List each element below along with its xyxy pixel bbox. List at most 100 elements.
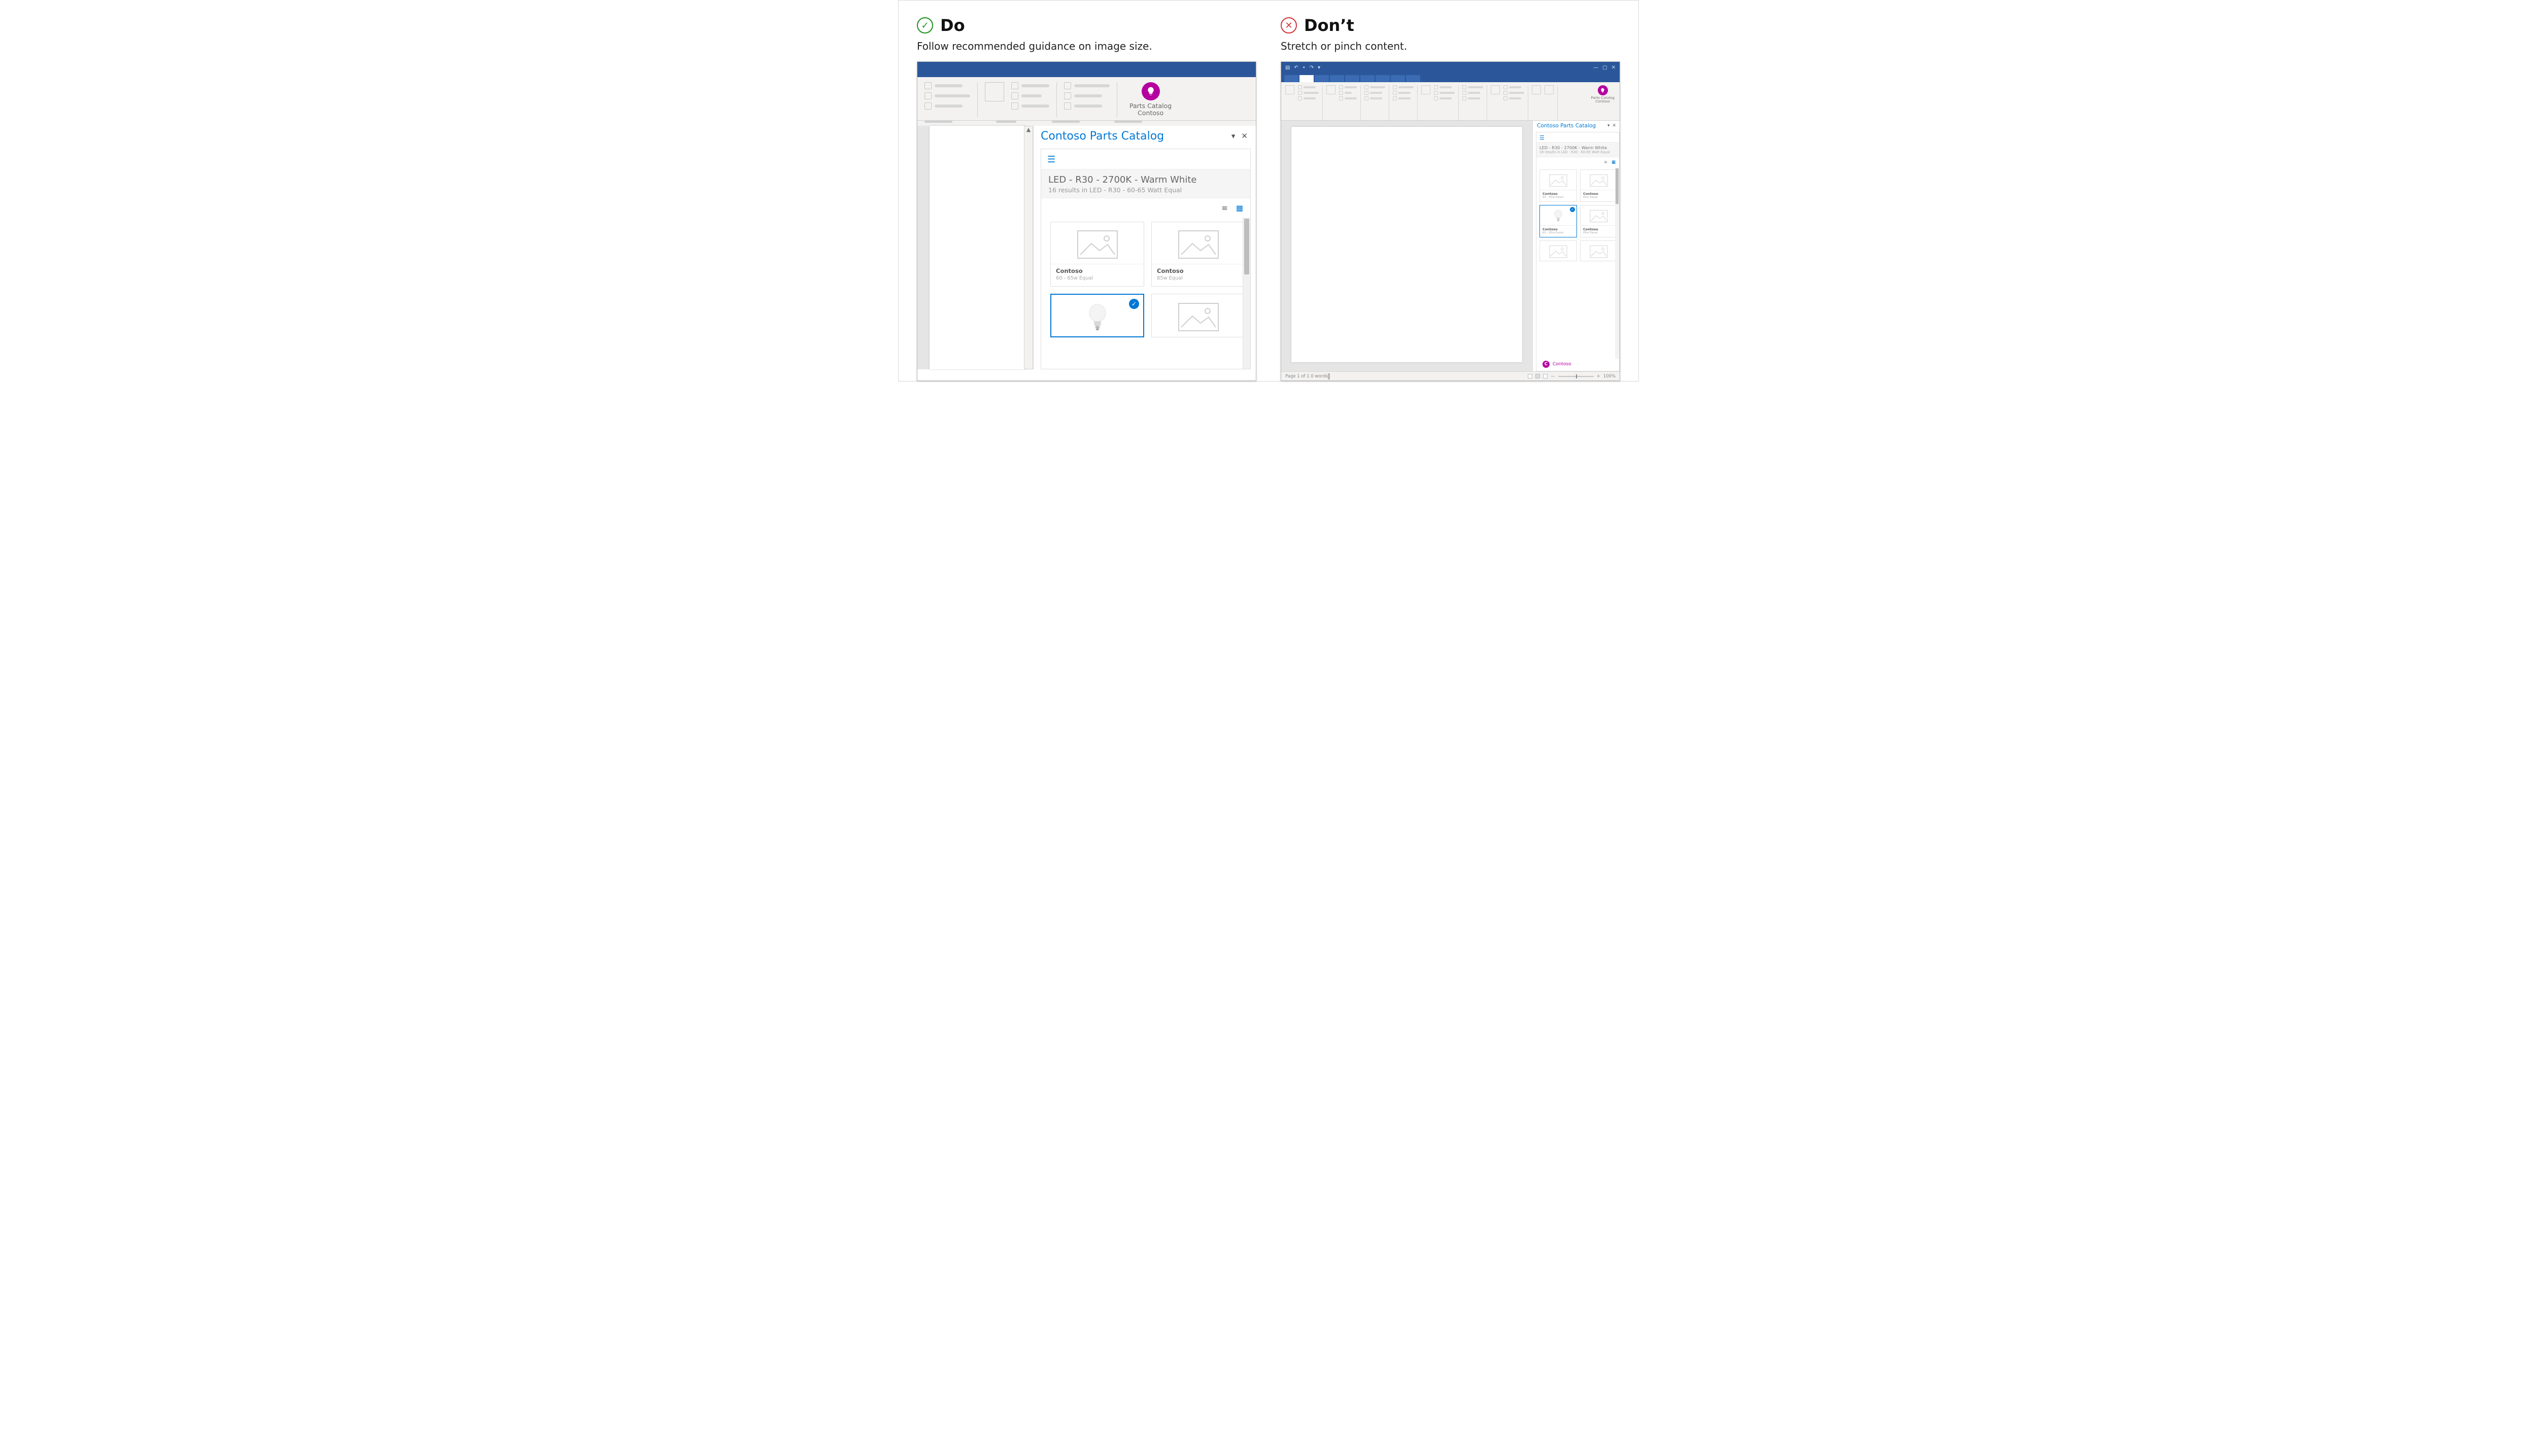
zoom-out-icon[interactable]: — <box>1551 374 1555 379</box>
ribbon-tab[interactable] <box>1360 75 1375 82</box>
do-heading: Do <box>940 16 965 35</box>
product-card[interactable]: Contoso85w Equal <box>1580 169 1618 202</box>
view-mode-icon[interactable] <box>1543 374 1548 378</box>
image-placeholder-icon <box>1581 205 1617 225</box>
card-brand: Contoso <box>1542 227 1574 231</box>
card-spec: 85w Equal <box>1583 196 1615 199</box>
taskpane-close-icon[interactable]: ✕ <box>1612 123 1617 128</box>
image-placeholder-icon <box>1540 170 1576 190</box>
save-icon[interactable]: ▤ <box>1285 65 1290 71</box>
do-column: ✓ Do Follow recommended guidance on imag… <box>917 16 1256 381</box>
dont-subheading: Stretch or pinch content. <box>1281 40 1620 52</box>
footer-brand: Contoso <box>1553 362 1571 367</box>
result-header: LED - R30 - 2700K - Warm White 16 result… <box>1536 142 1619 157</box>
hamburger-icon[interactable]: ☰ <box>1536 132 1619 142</box>
image-placeholder-icon <box>1540 241 1576 261</box>
selected-check-icon: ✓ <box>1570 207 1575 212</box>
card-spec: 85w Equal <box>1583 231 1615 234</box>
card-brand: Contoso <box>1542 192 1574 196</box>
addin-ribbon-button[interactable]: Parts CatalogContoso <box>1124 82 1177 117</box>
redo-icon[interactable]: ↷ <box>1310 65 1314 71</box>
document-area <box>917 126 1024 369</box>
ribbon-placeholder-icon <box>924 92 932 99</box>
do-subheading: Follow recommended guidance on image siz… <box>917 40 1256 52</box>
ribbon-tab[interactable] <box>1284 75 1298 82</box>
image-placeholder-icon <box>1152 294 1245 337</box>
scroll-up-button[interactable]: ▲ <box>1024 126 1033 369</box>
product-card-selected[interactable]: ✓ Contoso60 - 65w Equal <box>1539 205 1577 237</box>
image-placeholder-icon <box>1581 170 1617 190</box>
document-page <box>930 126 1026 369</box>
ribbon-tab[interactable] <box>1345 75 1359 82</box>
card-brand: Contoso <box>1583 192 1615 196</box>
addin-label-2: Contoso <box>1138 109 1163 117</box>
hamburger-icon[interactable]: ☰ <box>1041 149 1250 169</box>
product-card[interactable] <box>1539 240 1577 261</box>
document-area <box>1281 121 1532 371</box>
statusbar-icon[interactable] <box>1329 373 1330 379</box>
zoom-slider[interactable] <box>1558 376 1594 377</box>
ribbon-placeholder-icon <box>924 102 932 110</box>
ribbon: Parts CatalogContoso <box>1281 82 1620 121</box>
ribbon-tabs <box>1281 73 1620 82</box>
check-icon: ✓ <box>917 17 933 33</box>
ribbon-tab-active[interactable] <box>1299 75 1314 82</box>
selected-check-icon: ✓ <box>1129 299 1139 309</box>
ribbon-tab[interactable] <box>1391 75 1405 82</box>
dont-heading: Don’t <box>1304 16 1354 35</box>
taskpane-menu-icon[interactable]: ▾ <box>1231 131 1236 141</box>
product-card[interactable]: Contoso85w Equal <box>1151 222 1245 287</box>
taskpane-close-icon[interactable]: ✕ <box>1241 131 1248 141</box>
statusbar-left: Page 1 of 1 0 words <box>1285 374 1330 379</box>
word-titlebar <box>917 62 1256 77</box>
product-card-selected[interactable]: ✓ <box>1050 294 1144 337</box>
list-view-icon[interactable]: ≡ <box>1221 203 1228 213</box>
ribbon-placeholder-icon <box>1064 82 1071 89</box>
card-brand: Contoso <box>1056 267 1139 274</box>
product-card[interactable] <box>1580 240 1618 261</box>
lightbulb-icon <box>1142 82 1160 100</box>
product-card[interactable]: Contoso60 - 65w Equal <box>1050 222 1144 287</box>
card-brand: Contoso <box>1583 227 1615 231</box>
do-screenshot: Parts CatalogContoso ▲ Contoso Parts Cat… <box>917 61 1256 381</box>
view-mode-icon[interactable] <box>1528 374 1532 378</box>
ribbon-placeholder-icon <box>1011 82 1018 89</box>
scrollbar[interactable] <box>1615 167 1619 359</box>
dont-column: ✕ Don’t Stretch or pinch content. ▤↶•↷▾ … <box>1281 16 1620 381</box>
addin-label-2: Contoso <box>1595 99 1610 103</box>
ribbon-tab[interactable] <box>1406 75 1420 82</box>
minimize-icon[interactable]: — <box>1593 65 1598 71</box>
image-placeholder-icon <box>1152 222 1245 264</box>
ribbon-placeholder-icon <box>924 82 932 89</box>
taskpane: Contoso Parts Catalog ▾ ✕ ☰ LED - R30 - … <box>1033 126 1256 369</box>
taskpane-footer: C Contoso <box>1539 359 1619 370</box>
dont-screenshot: ▤↶•↷▾ —▢✕ <box>1281 61 1620 381</box>
list-view-icon[interactable]: ≡ <box>1604 160 1607 165</box>
card-spec: 60 - 65w Equal <box>1542 196 1574 199</box>
view-mode-icon[interactable] <box>1535 374 1540 378</box>
product-card[interactable]: Contoso60 - 65w Equal <box>1539 169 1577 202</box>
scrollbar[interactable] <box>1243 218 1250 369</box>
taskpane-menu-icon[interactable]: ▾ <box>1607 123 1610 128</box>
taskpane-title: Contoso Parts Catalog <box>1537 123 1596 129</box>
ribbon-tab[interactable] <box>1376 75 1390 82</box>
results-count: 16 results in LED - R30 - 60-65 Watt Equ… <box>1539 150 1616 154</box>
ribbon-tab[interactable] <box>1330 75 1344 82</box>
addin-label-1: Parts Catalog <box>1129 102 1172 110</box>
ribbon-tab[interactable] <box>1315 75 1329 82</box>
addin-ribbon-button[interactable]: Parts CatalogContoso <box>1591 85 1616 104</box>
grid-view-icon[interactable]: ▦ <box>1236 203 1243 213</box>
maximize-icon[interactable]: ▢ <box>1602 65 1607 71</box>
statusbar: Page 1 of 1 0 words — + 100% <box>1281 371 1620 380</box>
zoom-in-icon[interactable]: + <box>1597 374 1600 379</box>
category-title: LED - R30 - 2700K - Warm White <box>1048 175 1243 185</box>
product-card[interactable] <box>1151 294 1245 337</box>
ribbon: Parts CatalogContoso <box>917 77 1256 121</box>
category-title: LED - R30 - 2700K - Warm White <box>1539 145 1616 150</box>
product-card[interactable]: Contoso85w Equal <box>1580 205 1618 237</box>
card-brand: Contoso <box>1157 267 1240 274</box>
undo-icon[interactable]: ↶ <box>1294 65 1298 71</box>
results-count: 16 results in LED - R30 - 60-65 Watt Equ… <box>1048 186 1243 194</box>
close-icon[interactable]: ✕ <box>1612 65 1616 71</box>
grid-view-icon[interactable]: ▦ <box>1612 160 1616 165</box>
